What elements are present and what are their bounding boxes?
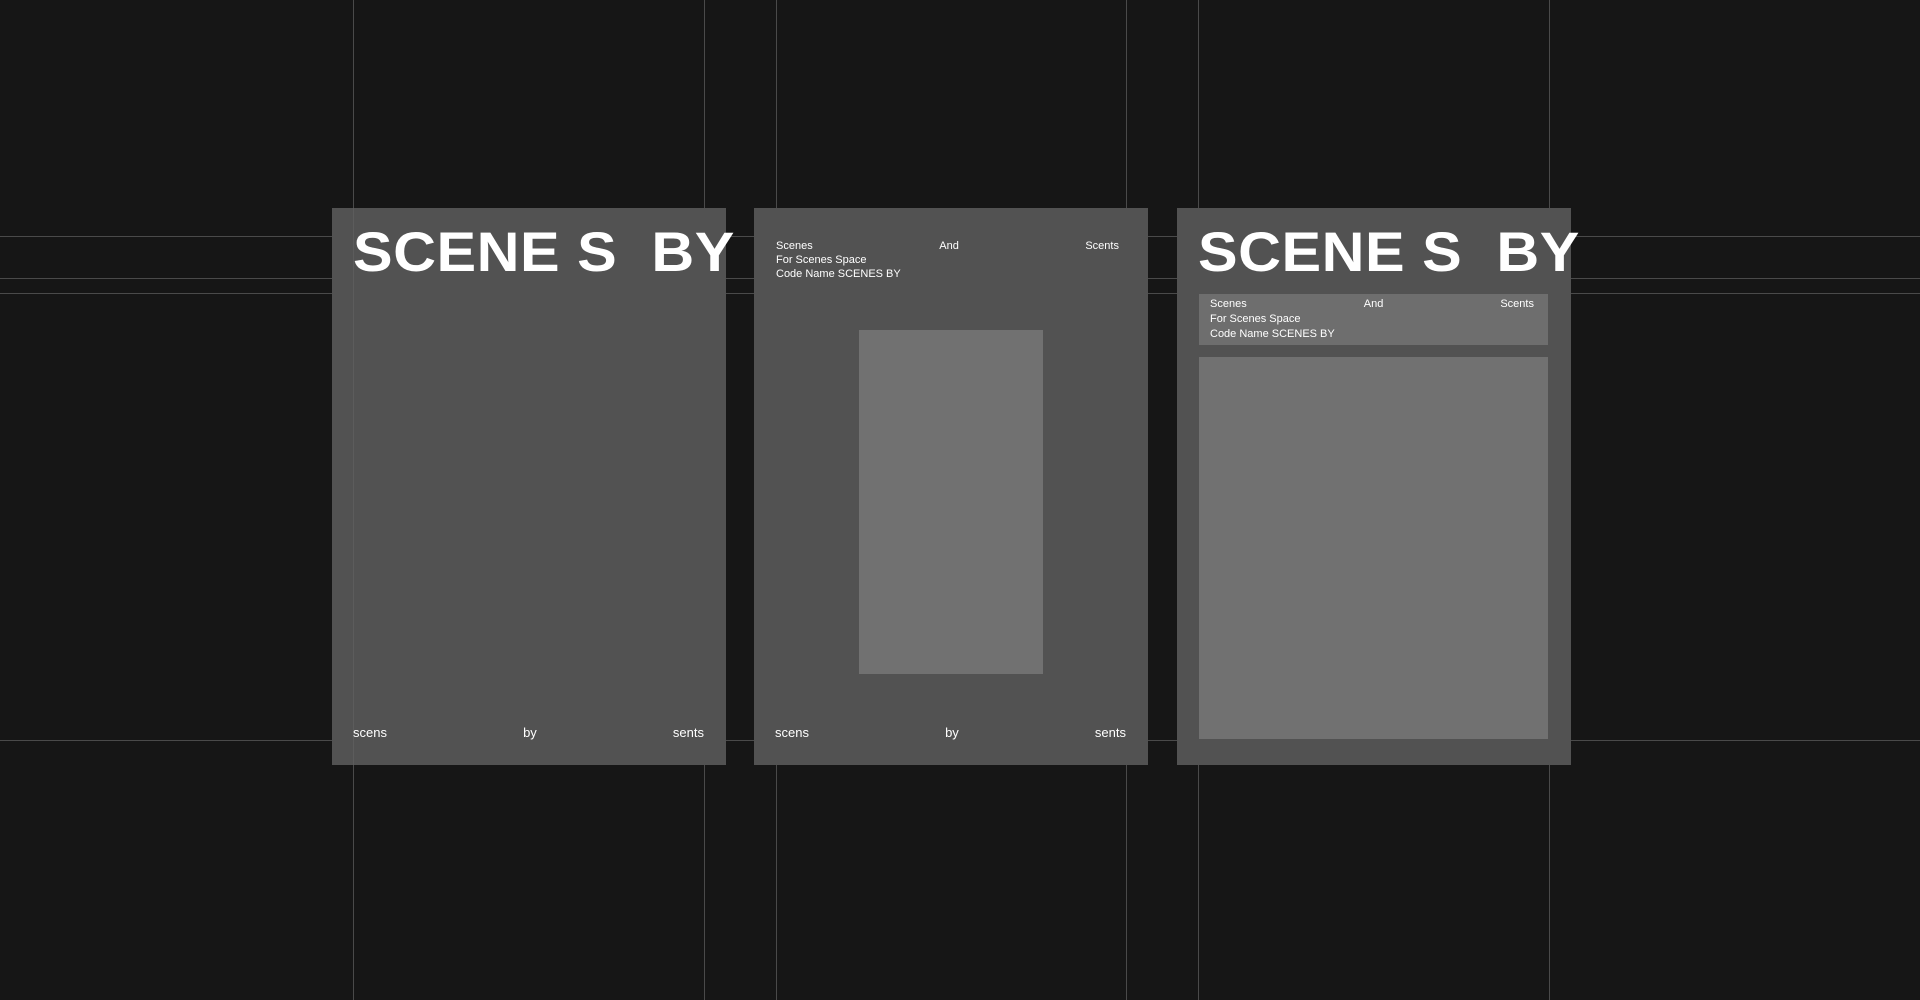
- info-line: For Scenes Space: [776, 254, 867, 266]
- footer-left-text: scens: [353, 725, 387, 740]
- poster-3[interactable]: SCENE S BY Scenes And Scents For Scenes …: [1177, 208, 1579, 765]
- info-center-text: And: [1363, 298, 1384, 310]
- poster-info-block: Scenes And Scents For Scenes Space Code …: [1210, 297, 1534, 342]
- poster-footer: scens by sents: [353, 725, 704, 741]
- footer-right-text: sents: [1094, 725, 1126, 740]
- info-left-text: Scenes: [1210, 298, 1247, 310]
- footer-center-text: by: [945, 725, 959, 740]
- artboard-canvas: SCENE S BY scens by sents Scenes And Sce…: [0, 0, 1920, 1000]
- info-line: Code Name SCENES BY: [1210, 328, 1335, 340]
- info-right-text: Scents: [1085, 240, 1119, 252]
- footer-left-text: scens: [775, 725, 809, 740]
- info-line: For Scenes Space: [1210, 313, 1301, 325]
- info-left-text: Scenes: [776, 240, 813, 252]
- info-row-heading: Scenes And Scents: [776, 239, 1119, 253]
- image-placeholder: [859, 330, 1043, 674]
- poster-title: SCENE S BY: [353, 220, 735, 283]
- footer-right-text: sents: [672, 725, 704, 740]
- info-center-text: And: [939, 240, 959, 252]
- poster-info-box: Scenes And Scents For Scenes Space Code …: [1199, 294, 1548, 345]
- poster-1[interactable]: SCENE S BY scens by sents: [332, 208, 734, 765]
- info-row-heading: Scenes And Scents: [1210, 297, 1534, 312]
- poster-margin-guide: [353, 208, 354, 765]
- info-line: Code Name SCENES BY: [776, 268, 901, 280]
- poster-2[interactable]: Scenes And Scents For Scenes Space Code …: [754, 208, 1148, 765]
- poster-info-block: Scenes And Scents For Scenes Space Code …: [776, 239, 1119, 281]
- poster-title: SCENE S BY: [1198, 220, 1580, 283]
- info-right-text: Scents: [1500, 298, 1534, 310]
- poster-footer: scens by sents: [775, 725, 1126, 741]
- footer-center-text: by: [523, 725, 537, 740]
- image-placeholder: [1199, 357, 1548, 739]
